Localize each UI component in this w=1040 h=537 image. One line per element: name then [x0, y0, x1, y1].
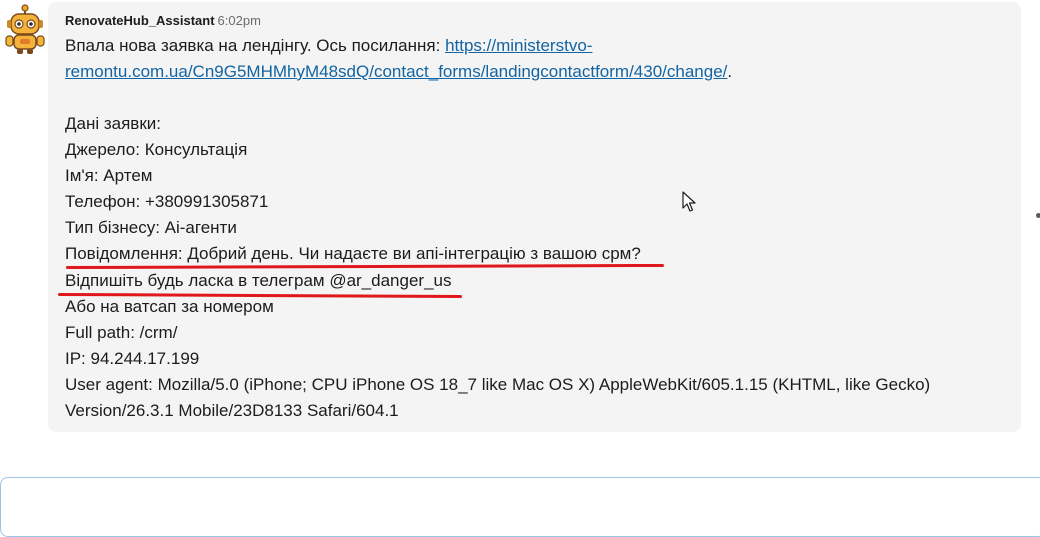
- message-link-line: remontu.com.ua/Cn9G5MHMhyM48sdQ/contact_…: [65, 59, 732, 85]
- line-user-agent-continued: Version/26.3.1 Mobile/23D8133 Safari/604…: [65, 401, 399, 420]
- intro-text: Впала нова заявка на лендінгу. Ось посил…: [65, 36, 446, 55]
- line-details-heading: Дані заявки:: [65, 114, 161, 133]
- robot-icon: [5, 4, 45, 54]
- link-suffix: .: [727, 62, 733, 81]
- line-telegram-request: Відпишіть будь ласка в телеграм @ar_dang…: [65, 271, 452, 290]
- avatar[interactable]: [2, 4, 48, 56]
- line-message: Повідомлення: Добрий день. Чи надаєте ви…: [65, 244, 641, 263]
- landing-link-continued[interactable]: remontu.com.ua/Cn9G5MHMhyM48sdQ/contact_…: [65, 62, 727, 81]
- line-name: Ім'я: Артем: [65, 166, 153, 185]
- line-ip: IP: 94.244.17.199: [65, 349, 200, 368]
- message-composer-input[interactable]: [0, 477, 1040, 537]
- line-business-type: Тип бізнесу: Аі-агенти: [65, 218, 237, 237]
- line-source: Джерело: Консультація: [65, 140, 248, 159]
- message-intro-line: Впала нова заявка на лендінгу. Ось посил…: [65, 33, 592, 59]
- landing-link[interactable]: https://ministerstvo-: [445, 36, 592, 55]
- message-timestamp[interactable]: 6:02pm: [218, 13, 261, 28]
- scroll-indicator[interactable]: [1036, 213, 1040, 218]
- line-full-path: Full path: /crm/: [65, 323, 178, 342]
- message-header: RenovateHub_Assistant 6:02pm: [65, 12, 261, 30]
- line-phone: Телефон: +380991305871: [65, 192, 269, 211]
- line-whatsapp: Або на ватсап за номером: [65, 297, 274, 316]
- line-user-agent: User agent: Mozilla/5.0 (iPhone; CPU iPh…: [65, 375, 931, 394]
- sender-name[interactable]: RenovateHub_Assistant: [65, 13, 215, 28]
- mouse-cursor-icon: [682, 191, 696, 212]
